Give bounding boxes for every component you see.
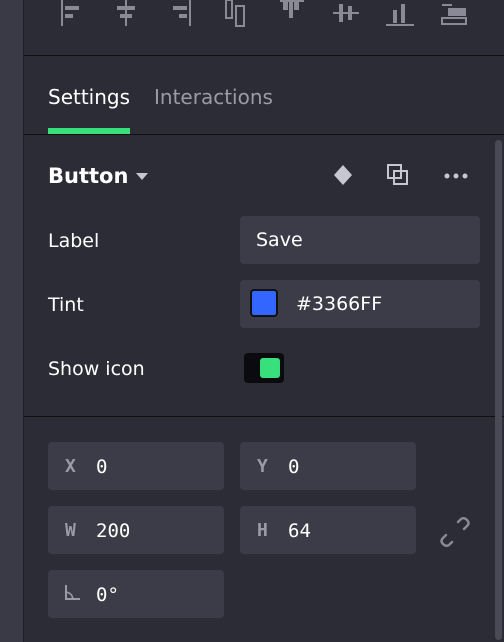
- label-field[interactable]: Save: [240, 216, 480, 264]
- tab-interactions[interactable]: Interactions: [154, 84, 273, 110]
- align-top-icon[interactable]: [222, 0, 250, 30]
- tab-bar: Settings Interactions: [24, 56, 504, 135]
- y-label: Y: [257, 456, 268, 477]
- width-field[interactable]: W 200: [48, 506, 224, 554]
- y-value: 0: [288, 456, 300, 478]
- rotation-field[interactable]: 0°: [48, 570, 224, 618]
- align-center-vertical-icon[interactable]: [332, 0, 360, 30]
- height-field[interactable]: H 64: [240, 506, 416, 554]
- chevron-down-icon[interactable]: [136, 173, 148, 180]
- component-title[interactable]: Button: [48, 163, 128, 189]
- color-swatch[interactable]: [250, 289, 278, 317]
- duplicate-icon[interactable]: [386, 163, 410, 187]
- tint-caption: Tint: [48, 294, 84, 316]
- show-icon-caption: Show icon: [48, 358, 145, 380]
- component-properties: Button Label Save Tint #3366FF Show icon: [24, 135, 504, 417]
- y-field[interactable]: Y 0: [240, 442, 416, 490]
- tint-value: #3366FF: [296, 293, 383, 315]
- w-value: 200: [96, 520, 131, 542]
- properties-panel: Settings Interactions Button Label Save …: [24, 0, 504, 642]
- rotation-icon: [64, 583, 82, 607]
- active-tab-indicator: [48, 128, 130, 134]
- x-value: 0: [96, 456, 108, 478]
- align-right-icon[interactable]: [166, 0, 194, 30]
- x-label: X: [65, 456, 76, 477]
- scrollbar[interactable]: [495, 140, 502, 640]
- label-value: Save: [256, 229, 303, 251]
- tint-field[interactable]: #3366FF: [240, 280, 480, 328]
- show-icon-toggle[interactable]: [244, 353, 284, 383]
- rotation-value: 0°: [96, 584, 119, 606]
- link-dimensions-icon[interactable]: [440, 517, 470, 547]
- align-center-horizontal-icon[interactable]: [112, 0, 140, 30]
- w-label: W: [65, 520, 76, 541]
- h-value: 64: [288, 520, 311, 542]
- x-field[interactable]: X 0: [48, 442, 224, 490]
- tab-settings[interactable]: Settings: [48, 84, 130, 110]
- align-bottom-icon[interactable]: [386, 0, 414, 30]
- toggle-knob: [260, 358, 280, 378]
- label-caption: Label: [48, 230, 100, 252]
- h-label: H: [257, 520, 268, 541]
- diamond-icon[interactable]: [331, 163, 355, 187]
- align-left-icon[interactable]: [58, 0, 86, 30]
- distribute-icon[interactable]: [440, 0, 468, 30]
- geometry-section: X 0 Y 0 W 200 H 64 0°: [24, 417, 504, 642]
- left-rail: [0, 0, 24, 642]
- align-middle-vertical-icon[interactable]: [278, 0, 306, 30]
- align-toolbar: [24, 0, 504, 56]
- more-options-icon[interactable]: [444, 163, 468, 187]
